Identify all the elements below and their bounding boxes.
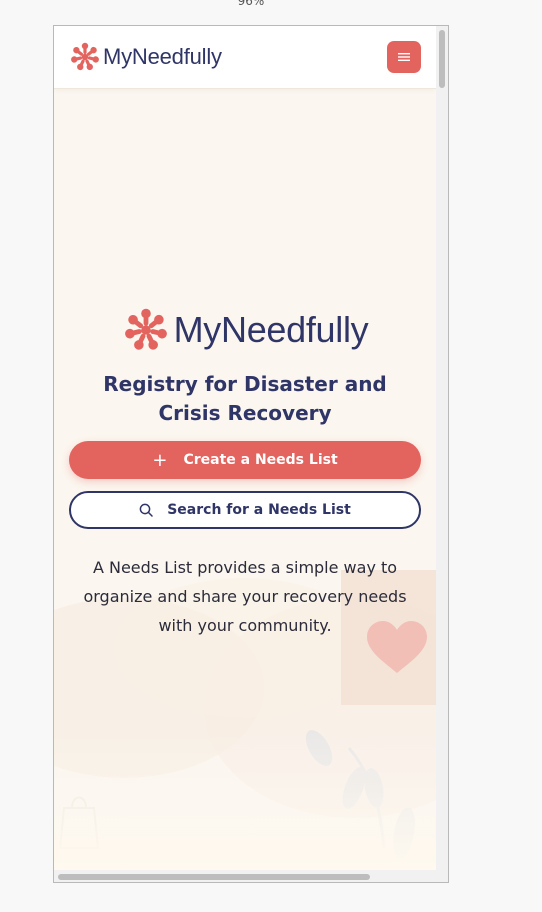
hamburger-icon: [398, 53, 410, 61]
horizontal-scrollbar-thumb[interactable]: [58, 874, 370, 880]
hero-background-illustration: [54, 88, 436, 870]
hero-logo: MyNeedfully: [54, 306, 436, 354]
hero-headline: Registry for Disaster and Crisis Recover…: [103, 372, 387, 425]
search-needs-list-label: Search for a Needs List: [167, 502, 351, 518]
logo-star-icon: [124, 308, 167, 350]
hero-description: A Needs List provides a simple way to or…: [83, 558, 407, 635]
vertical-scrollbar-thumb[interactable]: [439, 30, 445, 88]
hero-section: MyNeedfully Registry for Disaster and Cr…: [54, 306, 436, 428]
search-icon: [139, 503, 153, 517]
zoom-level: 96%: [237, 0, 265, 8]
create-needs-list-button[interactable]: + Create a Needs List: [69, 441, 421, 479]
search-needs-list-button[interactable]: Search for a Needs List: [69, 491, 421, 529]
plus-icon: +: [152, 449, 168, 471]
menu-button[interactable]: [387, 41, 421, 73]
logo-star-icon: [71, 42, 99, 71]
header-logo-text: MyNeedfully: [103, 44, 222, 69]
create-needs-list-label: Create a Needs List: [183, 452, 338, 468]
header-logo[interactable]: MyNeedfully: [69, 41, 222, 73]
site-header: MyNeedfully: [54, 26, 436, 89]
page: MyNeedfully MyNeedfully Registry for Dis…: [54, 26, 436, 870]
browser-viewport: MyNeedfully MyNeedfully Registry for Dis…: [53, 25, 449, 883]
hero-logo-text: MyNeedfully: [173, 309, 369, 350]
vertical-scrollbar-track[interactable]: [436, 26, 448, 882]
